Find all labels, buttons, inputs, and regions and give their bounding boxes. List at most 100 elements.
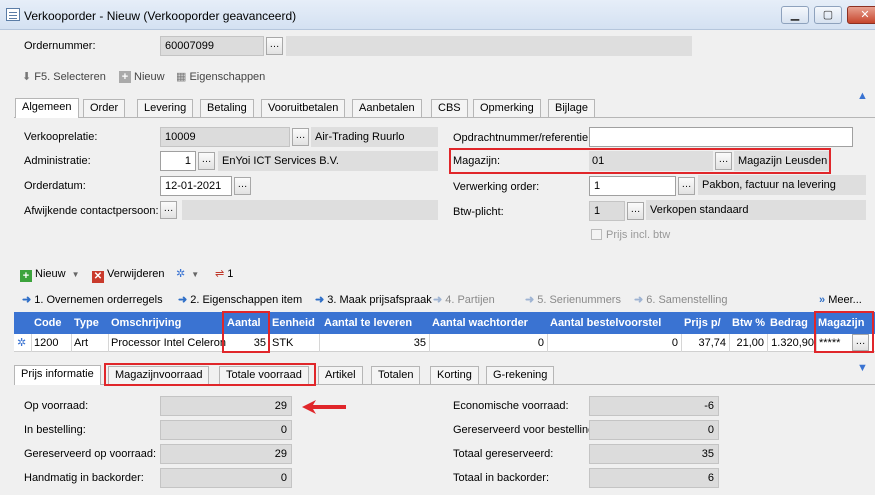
col-btw[interactable]: Btw %: [732, 316, 765, 330]
maximize-button[interactable]: ▢: [814, 6, 842, 24]
link-count-button[interactable]: ⇌ 1: [215, 267, 233, 281]
tab-betaling[interactable]: Betaling: [200, 99, 254, 117]
col-aantal-wachtorder[interactable]: Aantal wachtorder: [432, 316, 528, 330]
prijs-incl-btw-checkbox[interactable]: [591, 229, 602, 240]
step-serienummers[interactable]: ➜ 5. Serienummers: [525, 293, 621, 307]
col-eenheid[interactable]: Eenheid: [272, 316, 315, 330]
administratie-label: Administratie:: [24, 155, 91, 167]
gereserveerd-op-voorraad-value: 29: [160, 444, 292, 464]
collapse-down-icon[interactable]: ▼: [857, 362, 868, 374]
cell-bedrag[interactable]: 1.320,90: [768, 336, 814, 350]
delete-icon: ✕: [92, 271, 104, 283]
gereserveerd-voor-bestelling-label: Gereserveerd voor bestelling:: [453, 424, 598, 436]
tab-order[interactable]: Order: [83, 99, 126, 117]
cell-prijs[interactable]: 37,74: [684, 336, 726, 350]
title-bar: Verkooporder - Nieuw (Verkooporder geava…: [0, 0, 875, 30]
op-voorraad-value: 29: [160, 396, 292, 416]
settings-dropdown-button[interactable]: ✲ ▼: [176, 267, 199, 282]
verkooprelatie-browse-button[interactable]: …: [292, 128, 309, 146]
orderdatum-picker-button[interactable]: …: [234, 177, 251, 195]
tab-cbs[interactable]: CBS: [431, 99, 468, 117]
handmatig-in-backorder-value: 0: [160, 468, 292, 488]
opdrachtnummer-field[interactable]: [589, 127, 853, 147]
step-maak-prijsafspraak[interactable]: ➜ 3. Maak prijsafspraak: [315, 293, 432, 307]
aantal-highlight: [222, 311, 270, 353]
tab-totalen[interactable]: Totalen: [371, 366, 421, 384]
cell-bestelvoorstel[interactable]: 0: [550, 336, 678, 350]
ordernummer-browse-button[interactable]: …: [266, 37, 283, 55]
verkooprelatie-name: Air-Trading Ruurlo: [315, 131, 405, 143]
eigenschappen-button[interactable]: ▦ Eigenschappen: [176, 70, 265, 84]
stock-tabs-highlight: [104, 363, 316, 386]
tab-algemeen[interactable]: Algemeen: [15, 98, 79, 118]
btw-plicht-browse-button[interactable]: …: [627, 202, 644, 220]
cell-eenheid[interactable]: STK: [272, 336, 293, 350]
row-selector-icon[interactable]: ✲: [17, 336, 26, 350]
tab-artikel[interactable]: Artikel: [318, 366, 363, 384]
f5-selecteren-button[interactable]: ⬇ F5. Selecteren: [22, 70, 106, 84]
handmatig-in-backorder-label: Handmatig in backorder:: [24, 472, 144, 484]
step-eigenschappen-item[interactable]: ➜ 2. Eigenschappen item: [178, 293, 302, 307]
totaal-in-backorder-label: Totaal in backorder:: [453, 472, 549, 484]
cell-te-leveren[interactable]: 35: [322, 336, 426, 350]
tab-aanbetalen[interactable]: Aanbetalen: [352, 99, 422, 117]
table-row[interactable]: ✲ 1200 Art Processor Intel Celeron 35 ST…: [14, 334, 875, 352]
col-aantal-te-leveren[interactable]: Aantal te leveren: [324, 316, 412, 330]
arrow-right-icon: ➜: [634, 294, 644, 306]
close-button[interactable]: ✕: [847, 6, 875, 24]
dropdown-icon: ▼: [71, 270, 80, 279]
arrow-right-icon: ➜: [178, 294, 188, 306]
contactpersoon-field: [182, 200, 438, 220]
col-omschrijving[interactable]: Omschrijving: [111, 316, 181, 330]
verwerking-field[interactable]: 1: [589, 176, 676, 196]
link-icon: ⇌: [215, 268, 225, 280]
tab-g-rekening[interactable]: G-rekening: [486, 366, 555, 384]
properties-icon: ▦: [176, 71, 190, 83]
verwijderen-button[interactable]: ✕ Verwijderen: [92, 267, 164, 283]
step-overnemen-orderregels[interactable]: ➜ 1. Overnemen orderregels: [22, 293, 163, 307]
economische-voorraad-label: Economische voorraad:: [453, 400, 569, 412]
ordernummer-description: [286, 36, 692, 56]
tab-korting[interactable]: Korting: [430, 366, 479, 384]
meer-button[interactable]: » Meer...: [819, 293, 862, 307]
nieuw-toolbar-button[interactable]: + Nieuw: [119, 70, 165, 84]
red-arrow-icon: [302, 400, 346, 414]
cell-btw[interactable]: 21,00: [732, 336, 764, 350]
add-icon: +: [20, 270, 32, 282]
tab-opmerking[interactable]: Opmerking: [473, 99, 541, 117]
contactpersoon-browse-button[interactable]: …: [160, 201, 177, 219]
tab-prijs-informatie[interactable]: Prijs informatie: [14, 365, 101, 385]
cell-wachtorder[interactable]: 0: [432, 336, 544, 350]
arrow-right-icon: ➜: [433, 294, 443, 306]
tab-vooruitbetalen[interactable]: Vooruitbetalen: [261, 99, 346, 117]
magazijn-highlight: [449, 148, 831, 174]
gereserveerd-voor-bestelling-value: 0: [589, 420, 719, 440]
verkooprelatie-label: Verkooprelatie:: [24, 131, 98, 143]
col-aantal-bestelvoorstel[interactable]: Aantal bestelvoorstel: [550, 316, 661, 330]
step-samenstelling[interactable]: ➜ 6. Samenstelling: [634, 293, 728, 307]
verwerking-browse-button[interactable]: …: [678, 177, 695, 195]
col-bedrag[interactable]: Bedrag: [770, 316, 808, 330]
magazijn-column-highlight: [814, 311, 874, 353]
step-partijen[interactable]: ➜ 4. Partijen: [433, 293, 495, 307]
totaal-gereserveerd-value: 35: [589, 444, 719, 464]
col-code[interactable]: Code: [34, 316, 62, 330]
cell-omschrijving[interactable]: Processor Intel Celeron: [111, 336, 226, 350]
administratie-field[interactable]: 1: [160, 151, 196, 171]
verkooprelatie-field: 10009: [160, 127, 290, 147]
tab-bijlage[interactable]: Bijlage: [548, 99, 596, 117]
col-prijs[interactable]: Prijs p/: [684, 316, 721, 330]
ordernummer-label: Ordernummer:: [24, 40, 96, 52]
in-bestelling-value: 0: [160, 420, 292, 440]
collapse-up-icon[interactable]: ▲: [857, 90, 868, 102]
col-type[interactable]: Type: [74, 316, 99, 330]
tab-levering[interactable]: Levering: [137, 99, 194, 117]
cell-type[interactable]: Art: [74, 336, 88, 350]
orderdatum-field[interactable]: 12-01-2021: [160, 176, 232, 196]
minimize-button[interactable]: ▁: [781, 6, 809, 24]
verwerking-name: Pakbon, factuur na levering: [702, 179, 836, 191]
nieuw-regel-button[interactable]: + Nieuw ▼: [20, 267, 80, 282]
cell-code[interactable]: 1200: [34, 336, 58, 350]
ordernummer-field: 60007099: [160, 36, 264, 56]
administratie-browse-button[interactable]: …: [198, 152, 215, 170]
